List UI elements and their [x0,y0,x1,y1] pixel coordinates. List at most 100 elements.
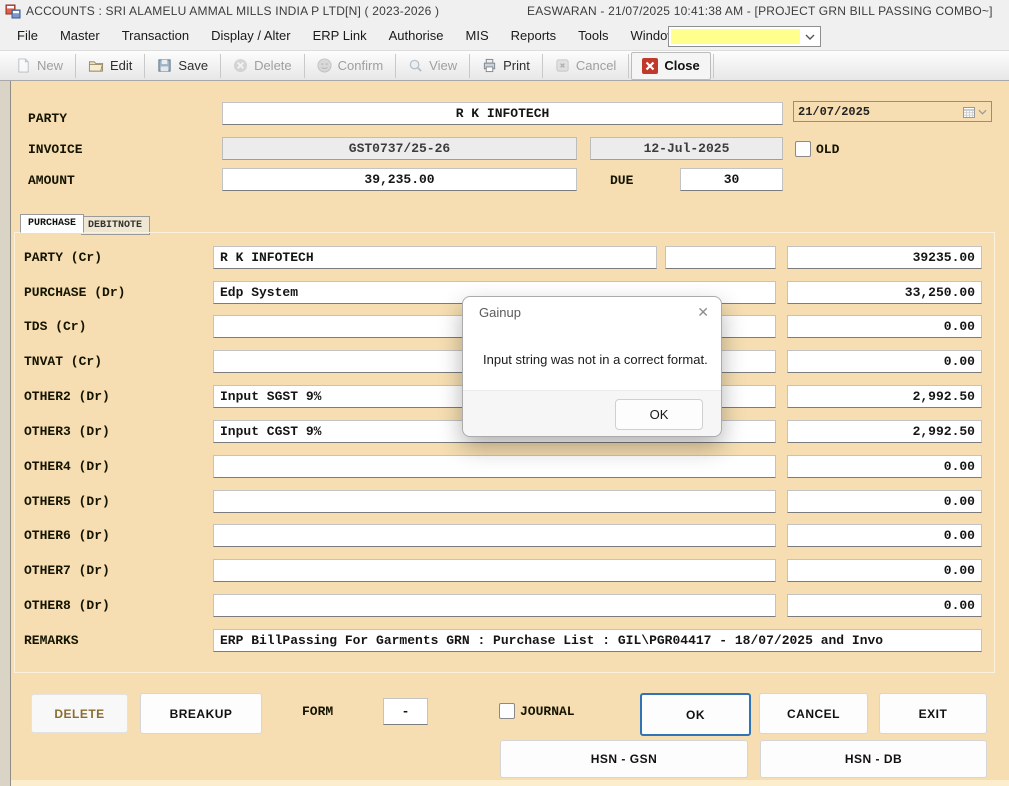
close-icon [642,58,658,74]
ledger-middle-party-cr[interactable] [665,246,776,269]
new-document-icon [16,58,31,73]
due-input[interactable] [680,168,783,191]
tab-purchase[interactable]: PURCHASE [20,214,84,233]
ledger-amount-party-cr[interactable] [787,246,982,269]
app-icon [5,3,21,19]
ledger-amount-other2-dr[interactable] [787,385,982,408]
delete-form-button[interactable]: DELETE [31,694,128,733]
edit-folder-icon [88,58,104,73]
ledger-label-other5-dr: OTHER5 (Dr) [24,494,110,509]
ledger-amount-tds-cr[interactable] [787,315,982,338]
new-label: New [37,58,63,73]
form-code-input[interactable] [383,698,428,725]
ledger-label-party-cr: PARTY (Cr) [24,250,102,265]
date-picker[interactable]: 21/07/2025 [793,101,992,122]
journal-checkbox[interactable] [499,703,515,719]
ledger-amount-other8-dr[interactable] [787,594,982,617]
dialog-title: Gainup [479,305,521,320]
menu-mis[interactable]: MIS [455,22,500,50]
hsn-db-button[interactable]: HSN - DB [760,740,987,778]
toolbar-separator [220,54,221,78]
ledger-text-other4-dr[interactable] [213,455,776,478]
ledger-label-other2-dr: OTHER2 (Dr) [24,389,110,404]
view-label: View [429,58,457,73]
menu-transaction[interactable]: Transaction [111,22,200,50]
print-button[interactable]: Print [472,53,540,79]
cancel-form-button[interactable]: CANCEL [759,693,868,734]
ledger-text-party-cr[interactable] [213,246,657,269]
quick-search-combobox[interactable] [668,26,821,47]
toolbar-separator [469,54,470,78]
save-label: Save [178,58,208,73]
ledger-text-other8-dr[interactable] [213,594,776,617]
menu-display-alter[interactable]: Display / Alter [200,22,301,50]
cancel-label: Cancel [576,58,616,73]
view-magnifier-icon [408,58,423,73]
ledger-text-other6-dr[interactable] [213,524,776,547]
close-label: Close [664,58,699,73]
menu-authorise[interactable]: Authorise [378,22,455,50]
chevron-down-icon[interactable] [800,34,820,40]
print-icon [482,58,497,73]
ledger-label-tds-cr: TDS (Cr) [24,319,86,334]
delete-icon [233,58,248,73]
menu-file[interactable]: File [6,22,49,50]
dialog-message: Input string was not in a correct format… [483,352,708,367]
toolbar-separator [304,54,305,78]
dialog-footer: OK [463,390,721,436]
invoice-label: INVOICE [28,142,83,157]
invoice-date-input [590,137,783,160]
toolbar: New Edit Save Delete Confirm View Print [0,51,1009,81]
confirm-icon [317,58,332,73]
ledger-amount-other6-dr[interactable] [787,524,982,547]
dialog-ok-button[interactable]: OK [615,399,703,430]
ledger-label-purchase-dr: PURCHASE (Dr) [24,285,125,300]
toolbar-separator [395,54,396,78]
edit-button[interactable]: Edit [78,53,142,79]
menu-erp-link[interactable]: ERP Link [302,22,378,50]
confirm-label: Confirm [338,58,384,73]
save-floppy-icon [157,58,172,73]
amount-label: AMOUNT [28,173,75,188]
close-button[interactable]: Close [631,52,710,80]
ledger-amount-tnvat-cr[interactable] [787,350,982,373]
remarks-input[interactable] [213,629,982,652]
ledger-amount-other7-dr[interactable] [787,559,982,582]
save-button[interactable]: Save [147,53,218,79]
old-checkbox[interactable] [795,141,811,157]
ledger-text-other7-dr[interactable] [213,559,776,582]
ledger-amount-other3-dr[interactable] [787,420,982,443]
cancel-button[interactable]: Cancel [545,53,626,79]
confirm-button[interactable]: Confirm [307,53,394,79]
menu-tools[interactable]: Tools [567,22,619,50]
toolbar-separator [628,54,629,78]
breakup-button[interactable]: BREAKUP [140,693,262,734]
form-bottom-edge [11,780,1009,786]
date-value: 21/07/2025 [794,105,963,119]
exit-button[interactable]: EXIT [879,693,987,734]
party-input[interactable] [222,102,783,125]
delete-button[interactable]: Delete [223,53,302,79]
party-label: PARTY [28,111,67,126]
ledger-amount-other4-dr[interactable] [787,455,982,478]
chevron-down-icon[interactable] [978,109,987,115]
hsn-gsn-button[interactable]: HSN - GSN [500,740,748,778]
ok-form-button[interactable]: OK [640,693,751,736]
new-button[interactable]: New [6,53,73,79]
ledger-label-other7-dr: OTHER7 (Dr) [24,563,110,578]
menu-reports[interactable]: Reports [500,22,568,50]
ledger-text-other5-dr[interactable] [213,490,776,513]
view-button[interactable]: View [398,53,467,79]
menu-master[interactable]: Master [49,22,111,50]
ledger-label-other8-dr: OTHER8 (Dr) [24,598,110,613]
amount-input[interactable] [222,168,577,191]
window-title: ACCOUNTS : SRI ALAMELU AMMAL MILLS INDIA… [26,4,439,18]
dialog-close-icon[interactable]: ✕ [697,304,709,321]
ledger-amount-purchase-dr[interactable] [787,281,982,304]
toolbar-separator [75,54,76,78]
print-label: Print [503,58,530,73]
window-subtitle: EASWARAN - 21/07/2025 10:41:38 AM - [PRO… [527,4,993,18]
form-label: FORM [302,704,333,719]
ledger-amount-other5-dr[interactable] [787,490,982,513]
ledger-label-other3-dr: OTHER3 (Dr) [24,424,110,439]
